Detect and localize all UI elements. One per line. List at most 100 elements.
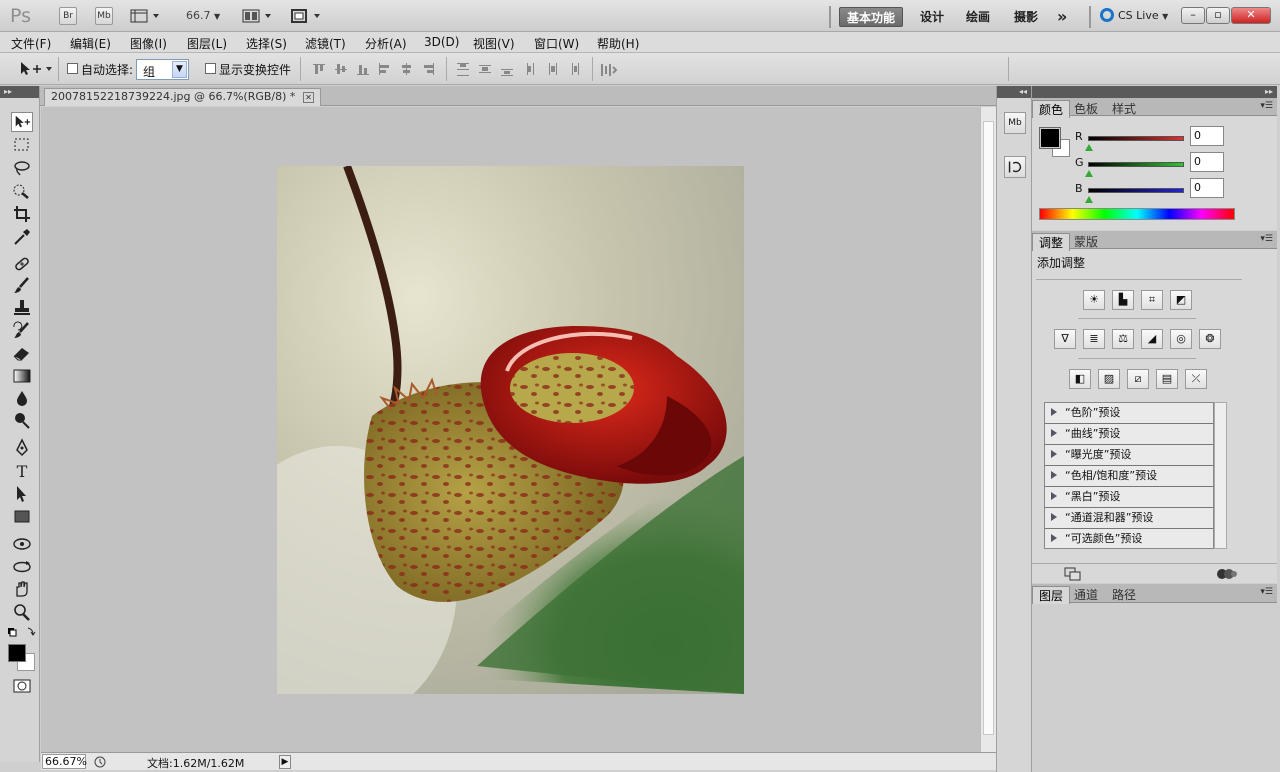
status-menu-arrow[interactable]: ▶ — [279, 755, 291, 769]
history-brush-tool-icon[interactable] — [11, 321, 33, 341]
channel-mixer-icon[interactable]: ❂ — [1199, 329, 1221, 349]
brightness-contrast-icon[interactable]: ☀ — [1083, 290, 1105, 310]
3d-rotate-tool-icon[interactable] — [11, 534, 33, 554]
menu-help[interactable]: 帮助(H) — [597, 35, 639, 52]
align-icon[interactable] — [313, 64, 325, 74]
minimize-button[interactable]: – — [1181, 7, 1205, 24]
3d-orbit-tool-icon[interactable] — [11, 557, 33, 577]
tab-color[interactable]: 颜色 — [1032, 100, 1071, 118]
mini-bridge-icon[interactable]: Mb — [1004, 112, 1026, 134]
status-info-icon[interactable] — [93, 755, 107, 769]
gradient-tool-icon[interactable] — [11, 366, 33, 386]
arrange-documents-button[interactable] — [242, 8, 274, 27]
preset-channel-mixer[interactable]: “通道混和器”预设 — [1045, 508, 1213, 529]
menu-edit[interactable]: 编辑(E) — [70, 35, 111, 52]
tab-paths[interactable]: 路径 — [1106, 586, 1142, 604]
document-tab[interactable]: 20078152218739224.jpg @ 66.7%(RGB/8) * ✕ — [44, 88, 321, 106]
hue-saturation-icon[interactable]: ≣ — [1083, 329, 1105, 349]
visibility-icon[interactable] — [1216, 567, 1238, 581]
auto-select-checkbox[interactable] — [67, 63, 78, 74]
red-slider[interactable] — [1088, 136, 1184, 141]
crop-tool-icon[interactable] — [11, 204, 33, 224]
mini-bridge-button[interactable]: Mb — [95, 7, 113, 25]
panel-grip[interactable]: ▸▸ — [0, 86, 39, 98]
clone-stamp-tool-icon[interactable] — [11, 298, 33, 318]
lasso-tool-icon[interactable] — [11, 158, 33, 178]
menu-image[interactable]: 图像(I) — [130, 35, 167, 52]
distribute-icon[interactable] — [457, 63, 469, 76]
workspace-essentials[interactable]: 基本功能 — [839, 7, 904, 27]
blur-tool-icon[interactable] — [11, 388, 33, 408]
workspace-photography[interactable]: 摄影 — [1014, 7, 1038, 27]
preset-exposure[interactable]: “曝光度”预设 — [1045, 445, 1213, 466]
tab-swatches[interactable]: 色板 — [1068, 100, 1104, 118]
vertical-scrollbar[interactable] — [980, 107, 996, 752]
auto-align-layers-icon[interactable] — [600, 62, 618, 78]
tab-adjustments[interactable]: 调整 — [1032, 233, 1071, 251]
menu-select[interactable]: 选择(S) — [246, 35, 287, 52]
levels-icon[interactable]: ▙ — [1112, 290, 1134, 310]
type-tool-icon[interactable]: T — [11, 461, 33, 481]
preset-selective-color[interactable]: “可选颜色”预设 — [1045, 529, 1213, 550]
panel-menu-icon[interactable]: ▾☰ — [1260, 101, 1273, 111]
menu-view[interactable]: 视图(V) — [473, 35, 515, 52]
menu-analysis[interactable]: 分析(A) — [365, 35, 407, 52]
clip-to-layer-icon[interactable] — [1064, 567, 1082, 581]
green-slider-handle[interactable] — [1085, 170, 1093, 177]
blue-slider-handle[interactable] — [1085, 196, 1093, 203]
marquee-tool-icon[interactable] — [11, 135, 33, 155]
distribute-icon[interactable] — [572, 63, 579, 75]
distribute-icon[interactable] — [479, 65, 491, 73]
vibrance-icon[interactable]: ∇ — [1054, 329, 1076, 349]
move-tool-icon[interactable] — [11, 112, 33, 132]
align-icon[interactable] — [402, 63, 411, 75]
view-extras-button[interactable] — [130, 8, 162, 27]
more-workspaces-button[interactable]: » — [1057, 7, 1067, 27]
healing-brush-tool-icon[interactable] — [11, 254, 33, 274]
align-icon[interactable] — [357, 65, 369, 75]
tab-masks[interactable]: 蒙版 — [1068, 233, 1104, 251]
brush-tool-icon[interactable] — [11, 276, 33, 296]
screen-mode-button[interactable] — [290, 8, 324, 27]
bridge-button[interactable]: Br — [59, 7, 77, 25]
menu-window[interactable]: 窗口(W) — [534, 35, 579, 52]
menu-3d[interactable]: 3D(D) — [424, 35, 459, 49]
hand-tool-icon[interactable] — [11, 579, 33, 599]
red-value-input[interactable]: 0 — [1190, 126, 1224, 146]
color-spectrum-ramp[interactable] — [1039, 208, 1235, 220]
menu-file[interactable]: 文件(F) — [11, 35, 51, 52]
green-slider[interactable] — [1088, 162, 1184, 167]
red-slider-handle[interactable] — [1085, 144, 1093, 151]
workspace-design[interactable]: 设计 — [920, 7, 944, 27]
eraser-tool-icon[interactable] — [11, 343, 33, 363]
panel-grip[interactable]: ▸▸ — [1032, 86, 1277, 98]
zoom-level-menu[interactable]: 66.7 ▼ — [186, 9, 220, 22]
workspace-painting[interactable]: 绘画 — [966, 7, 990, 27]
distribute-icon[interactable] — [527, 63, 534, 75]
tab-styles[interactable]: 样式 — [1106, 100, 1142, 118]
photo-filter-icon[interactable]: ◎ — [1170, 329, 1192, 349]
quick-mask-icon[interactable] — [13, 678, 31, 694]
threshold-icon[interactable]: ⧄ — [1127, 369, 1149, 389]
menu-filter[interactable]: 滤镜(T) — [305, 35, 346, 52]
exposure-icon[interactable]: ◩ — [1170, 290, 1192, 310]
quick-selection-tool-icon[interactable] — [11, 181, 33, 201]
show-transform-checkbox[interactable] — [205, 63, 216, 74]
document-image[interactable] — [277, 166, 744, 694]
panel-grip[interactable]: ◂◂ — [997, 86, 1031, 98]
path-selection-tool-icon[interactable] — [11, 484, 33, 504]
maximize-button[interactable]: ▫ — [1206, 7, 1230, 24]
blue-slider[interactable] — [1088, 188, 1184, 193]
swap-colors-icon[interactable] — [6, 626, 36, 638]
zoom-tool-icon[interactable] — [11, 602, 33, 622]
panel-menu-icon[interactable]: ▾☰ — [1260, 587, 1273, 597]
menu-layer[interactable]: 图层(L) — [187, 35, 227, 52]
blue-value-input[interactable]: 0 — [1190, 178, 1224, 198]
align-icon[interactable] — [379, 63, 389, 75]
close-tab-icon[interactable]: ✕ — [302, 92, 314, 103]
black-white-icon[interactable]: ◢ — [1141, 329, 1163, 349]
align-icon[interactable] — [424, 63, 434, 75]
posterize-icon[interactable]: ▨ — [1098, 369, 1120, 389]
tool-preset-picker[interactable] — [19, 61, 55, 80]
preset-hue-saturation[interactable]: “色相/饱和度”预设 — [1045, 466, 1213, 487]
